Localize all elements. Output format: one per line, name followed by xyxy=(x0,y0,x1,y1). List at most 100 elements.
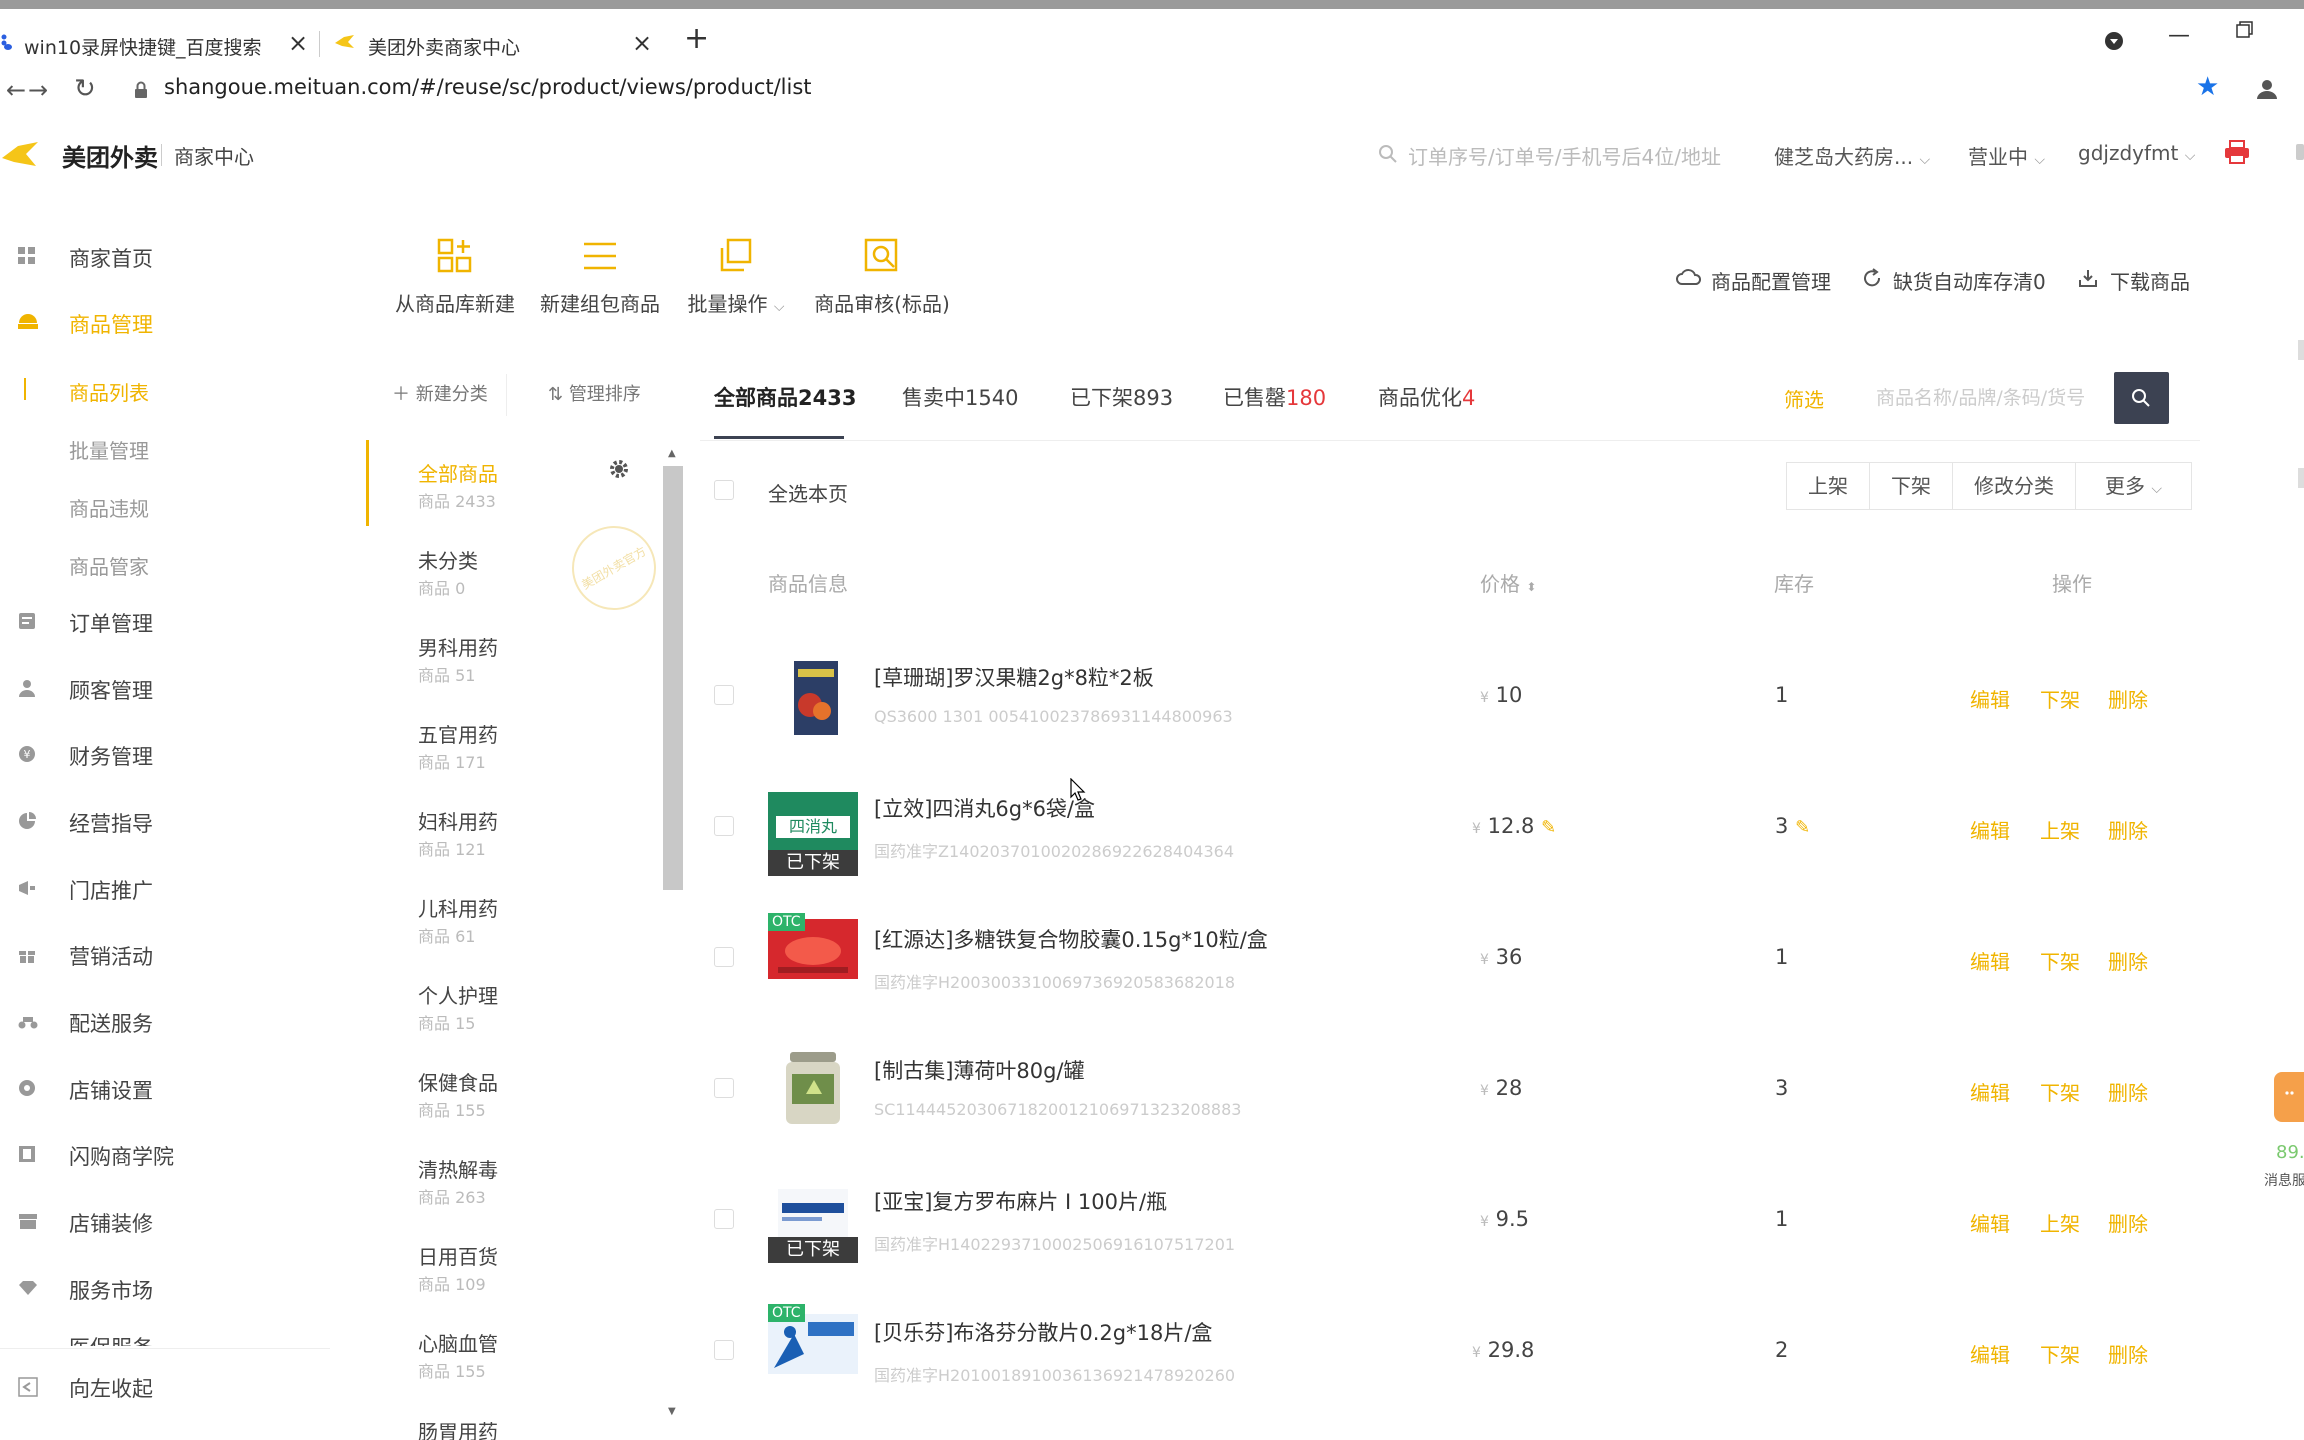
sidebar-item-market[interactable]: 服务市场 xyxy=(0,1262,330,1312)
config-management-link[interactable]: 商品配置管理 xyxy=(1711,266,1831,295)
product-name[interactable]: [亚宝]复方罗布麻片 I 100片/瓶 xyxy=(874,1186,1167,1216)
restore-window-button[interactable] xyxy=(2236,21,2254,39)
product-image[interactable] xyxy=(768,659,858,739)
delete-link[interactable]: 删除 xyxy=(2108,1339,2148,1368)
delete-link[interactable]: 删除 xyxy=(2108,946,2148,975)
edit-link[interactable]: 编辑 xyxy=(1970,815,2010,844)
sidebar-item-delivery[interactable]: 配送服务 xyxy=(0,995,330,1045)
reload-icon[interactable]: ↻ xyxy=(74,74,96,104)
product-name[interactable]: [制古集]薄荷叶80g/罐 xyxy=(874,1055,1085,1085)
row-checkbox[interactable] xyxy=(714,1078,734,1098)
sidebar-item-home[interactable]: 商家首页 xyxy=(0,230,330,280)
meituan-logo-icon[interactable] xyxy=(0,138,40,172)
user-menu[interactable]: gdjzdyfmt ⌵ xyxy=(2078,141,2195,165)
on-shelf-link[interactable]: 上架 xyxy=(2040,815,2080,844)
select-all-label[interactable]: 全选本页 xyxy=(768,478,848,507)
store-selector[interactable]: 健芝岛大药房... ⌵ xyxy=(1774,141,1930,170)
delete-link[interactable]: 删除 xyxy=(2108,1208,2148,1237)
product-review-button[interactable]: 商品审核(标品) xyxy=(812,238,952,328)
select-all-checkbox[interactable] xyxy=(714,480,734,500)
row-checkbox[interactable] xyxy=(714,947,734,967)
category-item[interactable]: 个人护理 商品 15 xyxy=(368,968,648,1055)
tab-all[interactable]: 全部商品2433 xyxy=(714,382,856,412)
profile-down-icon[interactable] xyxy=(2104,31,2124,51)
off-shelf-link[interactable]: 下架 xyxy=(2040,1339,2080,1368)
url-text[interactable]: shangoue.meituan.com/#/reuse/sc/product/… xyxy=(164,75,812,99)
sidebar-item-customers[interactable]: 顾客管理 xyxy=(0,662,330,712)
download-products-link[interactable]: 下载商品 xyxy=(2110,266,2190,295)
search-button[interactable] xyxy=(2114,372,2169,424)
sidebar-item-finance[interactable]: ¥ 财务管理 xyxy=(0,728,330,778)
new-category-button[interactable]: ＋ 新建分类 xyxy=(392,374,507,416)
sidebar-subitem-violations[interactable]: 商品违规 xyxy=(0,480,330,530)
product-name[interactable]: [红源达]多糖铁复合物胶囊0.15g*10粒/盒 xyxy=(874,924,1268,954)
delete-link[interactable]: 删除 xyxy=(2108,684,2148,713)
row-checkbox[interactable] xyxy=(714,816,734,836)
printer-icon[interactable] xyxy=(2224,140,2250,164)
filter-button[interactable]: 筛选 xyxy=(1784,384,1824,413)
bulk-off-shelf-button[interactable]: 下架 xyxy=(1869,462,1953,510)
product-image[interactable] xyxy=(768,1048,858,1128)
sidebar-item-guidance[interactable]: 经营指导 xyxy=(0,795,330,845)
order-search-input[interactable]: 订单序号/订单号/手机号后4位/地址 xyxy=(1408,141,1721,170)
scrollbar-thumb[interactable] xyxy=(663,466,683,890)
edit-link[interactable]: 编辑 xyxy=(1970,684,2010,713)
bookmark-star-icon[interactable]: ★ xyxy=(2196,72,2219,102)
category-item[interactable]: 保健食品 商品 155 xyxy=(368,1055,648,1142)
category-item[interactable]: 儿科用药 商品 61 xyxy=(368,881,648,968)
product-price[interactable]: ¥ 12.8 ✎ xyxy=(1472,814,1556,838)
sidebar-item-marketing[interactable]: 营销活动 xyxy=(0,928,330,978)
browser-tab-2[interactable]: 美团外卖商家中心 × xyxy=(334,23,654,65)
tab-on-sale[interactable]: 售卖中1540 xyxy=(902,382,1018,412)
category-item[interactable]: 心脑血管 商品 155 xyxy=(368,1316,648,1403)
forward-arrow-icon[interactable]: → xyxy=(28,76,48,104)
close-tab-icon[interactable]: × xyxy=(288,29,308,57)
message-widget[interactable] xyxy=(2274,1072,2304,1122)
sidebar-subitem-steward[interactable]: 商品管家 xyxy=(0,538,330,588)
bulk-change-category-button[interactable]: 修改分类 xyxy=(1952,462,2076,510)
off-shelf-link[interactable]: 下架 xyxy=(2040,946,2080,975)
category-item-partial[interactable]: 肠胃用药 xyxy=(418,1416,618,1440)
category-item[interactable]: 妇科用药 商品 121 xyxy=(368,794,648,881)
sidebar-item-orders[interactable]: 订单管理 xyxy=(0,595,330,645)
sidebar-item-academy[interactable]: 闪购商学院 xyxy=(0,1128,330,1178)
account-icon[interactable] xyxy=(2256,78,2278,100)
category-scrollbar[interactable]: ▲ ▼ xyxy=(662,448,683,1417)
category-item[interactable]: 日用百货 商品 109 xyxy=(368,1229,648,1316)
sidebar-subitem-batch[interactable]: 批量管理 xyxy=(0,422,330,472)
auto-clear-stock-link[interactable]: 缺货自动库存清0 xyxy=(1893,266,2046,295)
sidebar-item-store-settings[interactable]: 店铺设置 xyxy=(0,1062,330,1112)
delete-link[interactable]: 删除 xyxy=(2108,815,2148,844)
header-price[interactable]: 价格 ⬍ xyxy=(1480,568,1536,597)
product-stock[interactable]: 3 ✎ xyxy=(1775,814,1810,838)
manage-sort-button[interactable]: ⇅ 管理排序 xyxy=(548,374,641,416)
back-arrow-icon[interactable]: ← xyxy=(6,76,26,104)
tab-off-shelf[interactable]: 已下架893 xyxy=(1070,382,1173,412)
on-shelf-link[interactable]: 上架 xyxy=(2040,1208,2080,1237)
bulk-on-shelf-button[interactable]: 上架 xyxy=(1786,462,1870,510)
product-search-input[interactable]: 商品名称/品牌/条码/货号 xyxy=(1876,374,2116,422)
off-shelf-link[interactable]: 下架 xyxy=(2040,684,2080,713)
minimize-window-button[interactable]: — xyxy=(2168,23,2190,48)
scroll-down-arrow[interactable]: ▼ xyxy=(668,1406,676,1417)
edit-link[interactable]: 编辑 xyxy=(1970,1339,2010,1368)
row-checkbox[interactable] xyxy=(714,685,734,705)
business-status-selector[interactable]: 营业中 ⌵ xyxy=(1968,141,2045,170)
product-name[interactable]: [立效]四消丸6g*6袋/盒 xyxy=(874,793,1095,823)
new-tab-button[interactable]: + xyxy=(684,21,709,56)
browser-tab-1[interactable]: win10录屏快捷键_百度搜索 × xyxy=(0,23,310,65)
product-image[interactable]: OTC xyxy=(768,1304,858,1384)
category-item[interactable]: 五官用药 商品 171 xyxy=(368,707,648,794)
product-name[interactable]: [贝乐芬]布洛芬分散片0.2g*18片/盒 xyxy=(874,1317,1212,1347)
category-item[interactable]: 男科用药 商品 51 xyxy=(368,620,648,707)
bulk-more-button[interactable]: 更多 ⌵ xyxy=(2075,462,2192,510)
sidebar-subitem-product-list[interactable]: 商品列表 xyxy=(0,364,330,414)
delete-link[interactable]: 删除 xyxy=(2108,1077,2148,1106)
off-shelf-link[interactable]: 下架 xyxy=(2040,1077,2080,1106)
batch-operation-button[interactable]: 批量操作 ⌵ xyxy=(676,238,796,328)
product-name[interactable]: [草珊瑚]罗汉果糖2g*8粒*2板 xyxy=(874,662,1154,692)
edit-link[interactable]: 编辑 xyxy=(1970,946,2010,975)
product-image[interactable]: 已下架 xyxy=(768,1183,858,1263)
row-checkbox[interactable] xyxy=(714,1209,734,1229)
product-image[interactable]: 四消丸 已下架 xyxy=(768,786,858,876)
